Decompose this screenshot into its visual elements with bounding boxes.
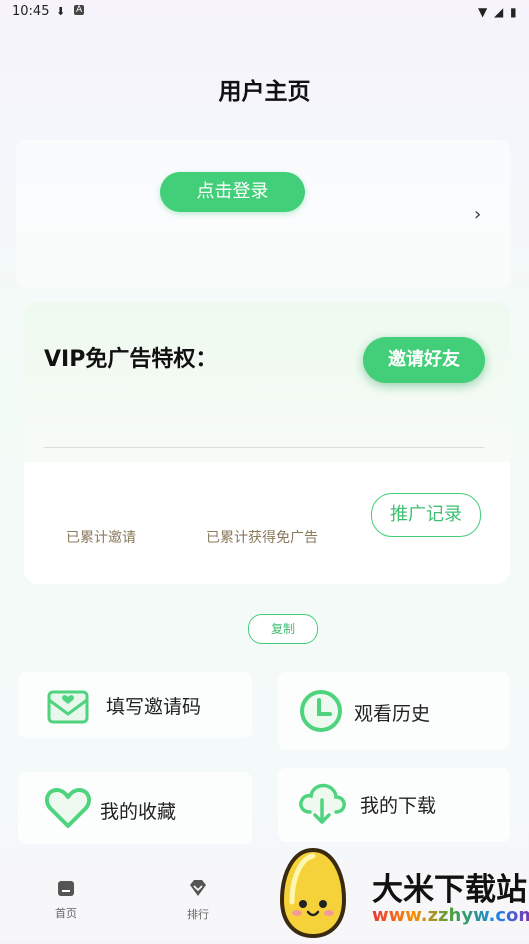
heart-icon xyxy=(44,786,92,830)
signal-icon: ◢ xyxy=(494,5,504,19)
login-card[interactable] xyxy=(16,140,510,288)
divider xyxy=(44,447,484,448)
watermark-url: www.zzhyw.com xyxy=(372,905,529,926)
wifi-icon: ▼ xyxy=(478,5,488,19)
tab-rank[interactable]: 排行 xyxy=(178,906,218,922)
tile-label-fill-invite-code: 填写邀请码 xyxy=(106,696,202,718)
tab-home[interactable]: 首页 xyxy=(46,905,86,921)
tile-label-my-favorites: 我的收藏 xyxy=(100,801,177,823)
status-bar: 10:45 ⬇ A ▼ ◢ ▮ xyxy=(0,0,529,24)
envelope-heart-icon xyxy=(46,684,90,726)
diamond-icon[interactable] xyxy=(188,878,208,898)
tile-label-watch-history: 观看历史 xyxy=(354,703,431,725)
login-button[interactable]: 点击登录 xyxy=(160,172,305,212)
page-title: 用户主页 xyxy=(218,79,311,105)
a-badge-icon: A xyxy=(74,5,85,15)
download-icon: ⬇ xyxy=(56,5,66,18)
tile-label-my-downloads: 我的下载 xyxy=(360,795,437,817)
promotion-record-button[interactable]: 推广记录 xyxy=(371,493,481,537)
home-icon[interactable] xyxy=(56,878,76,898)
battery-icon: ▮ xyxy=(510,5,517,19)
vip-title: VIP免广告特权： xyxy=(44,347,218,372)
copy-button[interactable]: 复制 xyxy=(248,614,318,644)
watermark-logo xyxy=(278,846,348,940)
watermark-url-text: www.zzhyw.com xyxy=(372,905,529,926)
status-time: 10:45 xyxy=(12,4,50,19)
chevron-right-icon[interactable]: › xyxy=(474,204,481,225)
invite-friends-button[interactable]: 邀请好友 xyxy=(363,337,485,383)
clock-icon xyxy=(298,688,344,734)
stat-invited-label: 已累计邀请 xyxy=(66,530,136,546)
stat-adfree-label: 已累计获得免广告 xyxy=(206,530,318,546)
watermark-text: 大米下载站 xyxy=(372,872,527,908)
cloud-download-icon xyxy=(296,778,348,826)
